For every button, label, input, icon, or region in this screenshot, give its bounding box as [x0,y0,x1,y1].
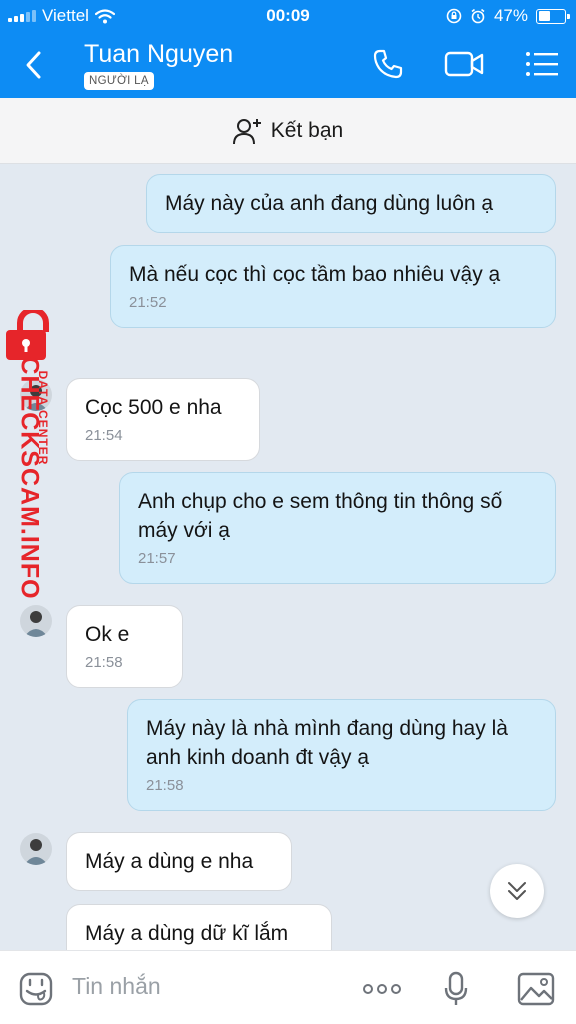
message-bubble[interactable]: Anh chụp cho e sem thông tin thông số má… [119,472,556,584]
menu-button[interactable] [522,46,562,82]
sticker-button[interactable] [16,969,56,1009]
watermark-lock-icon [6,310,49,360]
message-time: 21:58 [146,777,184,794]
add-friend-label: Kết bạn [270,118,344,142]
message-bubble[interactable]: Ok e 21:58 [66,605,183,688]
alarm-icon [471,8,485,24]
message-text: Mà nếu cọc thì cọc tầm bao nhiêu vậy ạ [129,263,501,286]
message-bubble[interactable]: Cọc 500 e nha 21:54 [66,378,260,461]
message-text: Anh chụp cho e sem thông tin thông số má… [138,490,503,542]
list-menu-icon [526,52,558,76]
message-bubble[interactable]: Máy này là nhà mình đang dùng hay là anh… [127,699,556,811]
message-text: Máy này của anh đang dùng luôn ạ [165,192,494,215]
message-time: 21:52 [129,294,167,311]
more-dots-icon [363,984,401,994]
message-input-bar: Tin nhắn [0,950,576,1024]
call-button[interactable] [368,46,408,82]
microphone-icon [444,971,468,1005]
orientation-lock-icon [446,8,462,24]
battery-icon [536,8,570,24]
message-text: Máy a dùng dữ kĩ lắm [85,922,289,945]
back-button[interactable] [18,48,48,82]
status-bar: Viettel 00:09 47% [0,0,576,32]
sticker-emoji-icon [19,972,53,1006]
message-input[interactable]: Tin nhắn [72,973,161,1000]
message-bubble[interactable]: Máy a dùng dữ kĩ lắm [66,904,332,950]
message-text: Cọc 500 e nha [85,396,222,419]
watermark-text: CHECKSCAM.INFO [15,356,44,600]
video-call-button[interactable] [444,46,484,82]
contact-name[interactable]: Tuan Nguyen [84,40,233,69]
message-text: Ok e [85,623,130,646]
voice-button[interactable] [436,969,476,1009]
add-friend-button[interactable]: Kết bạn [0,98,576,164]
message-text: Máy a dùng e nha [85,850,254,873]
double-chevron-down-icon [508,882,526,900]
battery-percent: 47% [493,6,528,25]
message-bubble[interactable]: Máy a dùng e nha [66,832,292,891]
scroll-to-bottom-button[interactable] [490,864,544,918]
message-bubble[interactable]: Mà nếu cọc thì cọc tầm bao nhiêu vậy ạ 2… [110,245,556,328]
message-time: 21:57 [138,550,176,567]
chevron-left-icon [26,51,41,79]
avatar[interactable] [20,833,52,865]
message-text: Máy này là nhà mình đang dùng hay là anh… [146,717,508,769]
phone-icon [373,49,403,79]
avatar[interactable] [20,605,52,637]
message-time: 21:54 [85,427,123,444]
message-list[interactable]: Máy này của anh đang dùng luôn ạ Mà nếu … [0,164,576,950]
chat-header: Viettel 00:09 47% Tuan Nguyen NGƯỜI LẠ [0,0,576,98]
message-bubble[interactable]: Máy này của anh đang dùng luôn ạ [146,174,556,233]
image-gallery-icon [517,972,555,1006]
add-person-icon [232,118,261,144]
stranger-badge: NGƯỜI LẠ [84,72,154,90]
message-time: 21:58 [85,654,123,671]
image-button[interactable] [516,969,556,1009]
more-options-button[interactable] [362,969,402,1009]
video-camera-icon [444,51,484,77]
